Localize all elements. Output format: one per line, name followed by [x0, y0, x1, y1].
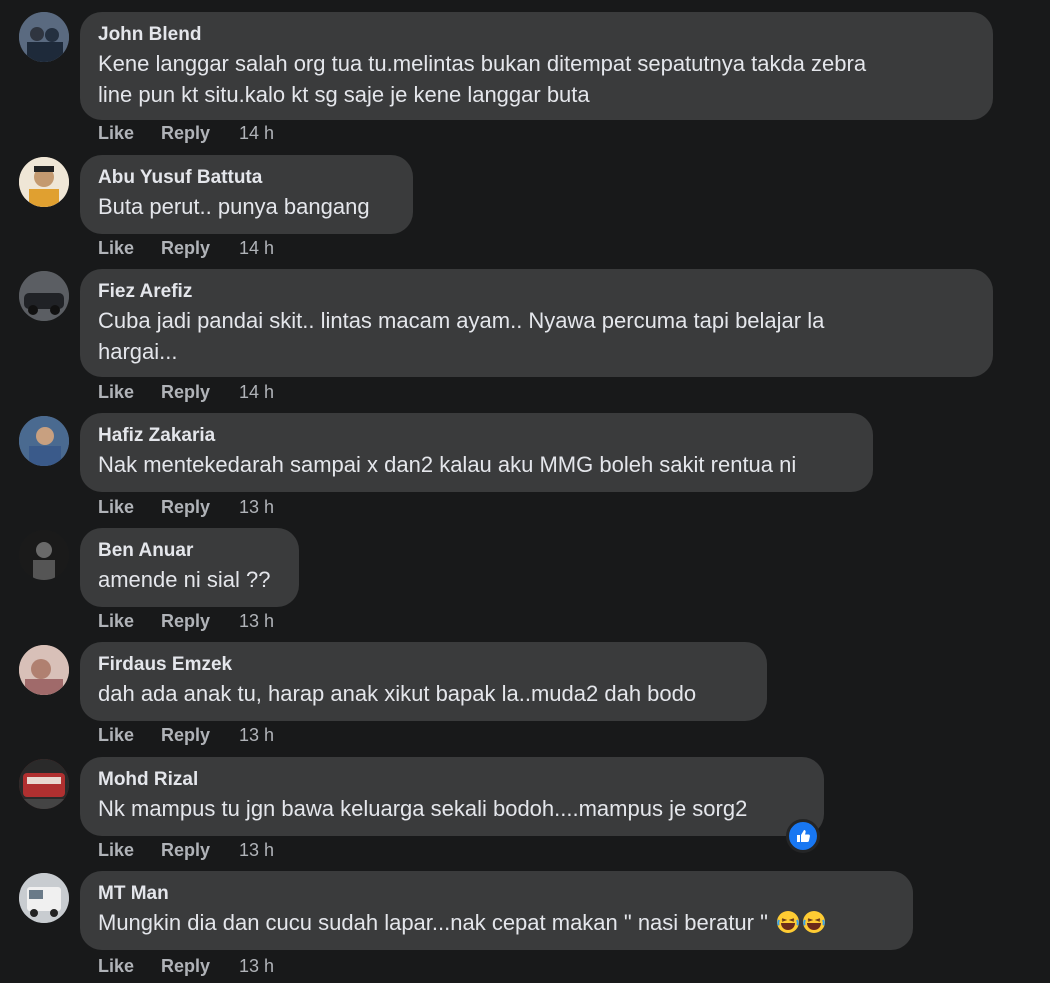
- comment-author[interactable]: Fiez Arefiz: [98, 279, 975, 305]
- like-button[interactable]: Like: [98, 123, 134, 144]
- comment-author[interactable]: John Blend: [98, 22, 975, 48]
- comment-timestamp[interactable]: 14 h: [239, 382, 274, 403]
- comment-bubble: Firdaus Emzek dah ada anak tu, harap ana…: [80, 642, 767, 721]
- comment-timestamp[interactable]: 14 h: [239, 123, 274, 144]
- avatar-photo-icon: [19, 645, 69, 695]
- like-button[interactable]: Like: [98, 725, 134, 746]
- reply-button[interactable]: Reply: [161, 725, 210, 746]
- comment-text: Buta perut.. punya bangang: [98, 194, 370, 219]
- like-button[interactable]: Like: [98, 956, 134, 977]
- avatar-photo-icon: [19, 873, 69, 923]
- comment-text: dah ada anak tu, harap anak xikut bapak …: [98, 681, 697, 706]
- avatar[interactable]: [19, 759, 69, 809]
- comment-bubble: Abu Yusuf Battuta Buta perut.. punya ban…: [80, 155, 413, 234]
- comment-bubble: Ben Anuar amende ni sial ??: [80, 528, 299, 607]
- laughing-emoji-icon: [777, 911, 800, 933]
- comment-bubble: Fiez Arefiz Cuba jadi pandai skit.. lint…: [80, 269, 993, 377]
- like-button[interactable]: Like: [98, 611, 134, 632]
- avatar[interactable]: [19, 271, 69, 321]
- comment-author[interactable]: Firdaus Emzek: [98, 652, 749, 678]
- comment-text: Kene langgar salah org tua tu.melintas b…: [98, 51, 867, 107]
- comment-author[interactable]: Hafiz Zakaria: [98, 423, 855, 449]
- laughing-emoji-icon: [803, 911, 826, 933]
- avatar[interactable]: [19, 157, 69, 207]
- comment-bubble: Mohd Rizal Nk mampus tu jgn bawa keluarg…: [80, 757, 824, 836]
- avatar[interactable]: [19, 12, 69, 62]
- reply-button[interactable]: Reply: [161, 382, 210, 403]
- avatar-photo-icon: [19, 271, 69, 321]
- comment-author[interactable]: Mohd Rizal: [98, 767, 806, 793]
- comment-text: Cuba jadi pandai skit.. lintas macam aya…: [98, 308, 825, 364]
- reply-button[interactable]: Reply: [161, 238, 210, 259]
- avatar[interactable]: [19, 416, 69, 466]
- comment-bubble: MT Man Mungkin dia dan cucu sudah lapar.…: [80, 871, 913, 950]
- avatar[interactable]: [19, 530, 69, 580]
- comment-author[interactable]: Ben Anuar: [98, 538, 281, 564]
- avatar[interactable]: [19, 645, 69, 695]
- avatar-photo-icon: [19, 416, 69, 466]
- reply-button[interactable]: Reply: [161, 956, 210, 977]
- reply-button[interactable]: Reply: [161, 840, 210, 861]
- like-button[interactable]: Like: [98, 382, 134, 403]
- comment-bubble: Hafiz Zakaria Nak mentekedarah sampai x …: [80, 413, 873, 492]
- comment-bubble: John Blend Kene langgar salah org tua tu…: [80, 12, 993, 120]
- avatar-photo-icon: [19, 12, 69, 62]
- comment-timestamp[interactable]: 13 h: [239, 497, 274, 518]
- comment-timestamp[interactable]: 13 h: [239, 725, 274, 746]
- reply-button[interactable]: Reply: [161, 123, 210, 144]
- avatar[interactable]: [19, 873, 69, 923]
- reply-button[interactable]: Reply: [161, 611, 210, 632]
- avatar-photo-icon: [19, 530, 69, 580]
- comment-text-content: Mungkin dia dan cucu sudah lapar...nak c…: [98, 910, 768, 935]
- avatar-photo-icon: [19, 759, 69, 809]
- reaction-like-icon[interactable]: [786, 819, 820, 853]
- comment-timestamp[interactable]: 14 h: [239, 238, 274, 259]
- avatar-photo-icon: [19, 157, 69, 207]
- comment-timestamp[interactable]: 13 h: [239, 840, 274, 861]
- comment-text: Nak mentekedarah sampai x dan2 kalau aku…: [98, 452, 797, 477]
- comment-timestamp[interactable]: 13 h: [239, 611, 274, 632]
- comment-text: amende ni sial ??: [98, 567, 271, 592]
- reply-button[interactable]: Reply: [161, 497, 210, 518]
- comment-author[interactable]: Abu Yusuf Battuta: [98, 165, 395, 191]
- like-button[interactable]: Like: [98, 497, 134, 518]
- comment-text: Mungkin dia dan cucu sudah lapar...nak c…: [98, 907, 895, 938]
- like-button[interactable]: Like: [98, 840, 134, 861]
- comment-timestamp[interactable]: 13 h: [239, 956, 274, 977]
- comment-author[interactable]: MT Man: [98, 881, 895, 907]
- like-button[interactable]: Like: [98, 238, 134, 259]
- comment-text: Nk mampus tu jgn bawa keluarga sekali bo…: [98, 796, 748, 821]
